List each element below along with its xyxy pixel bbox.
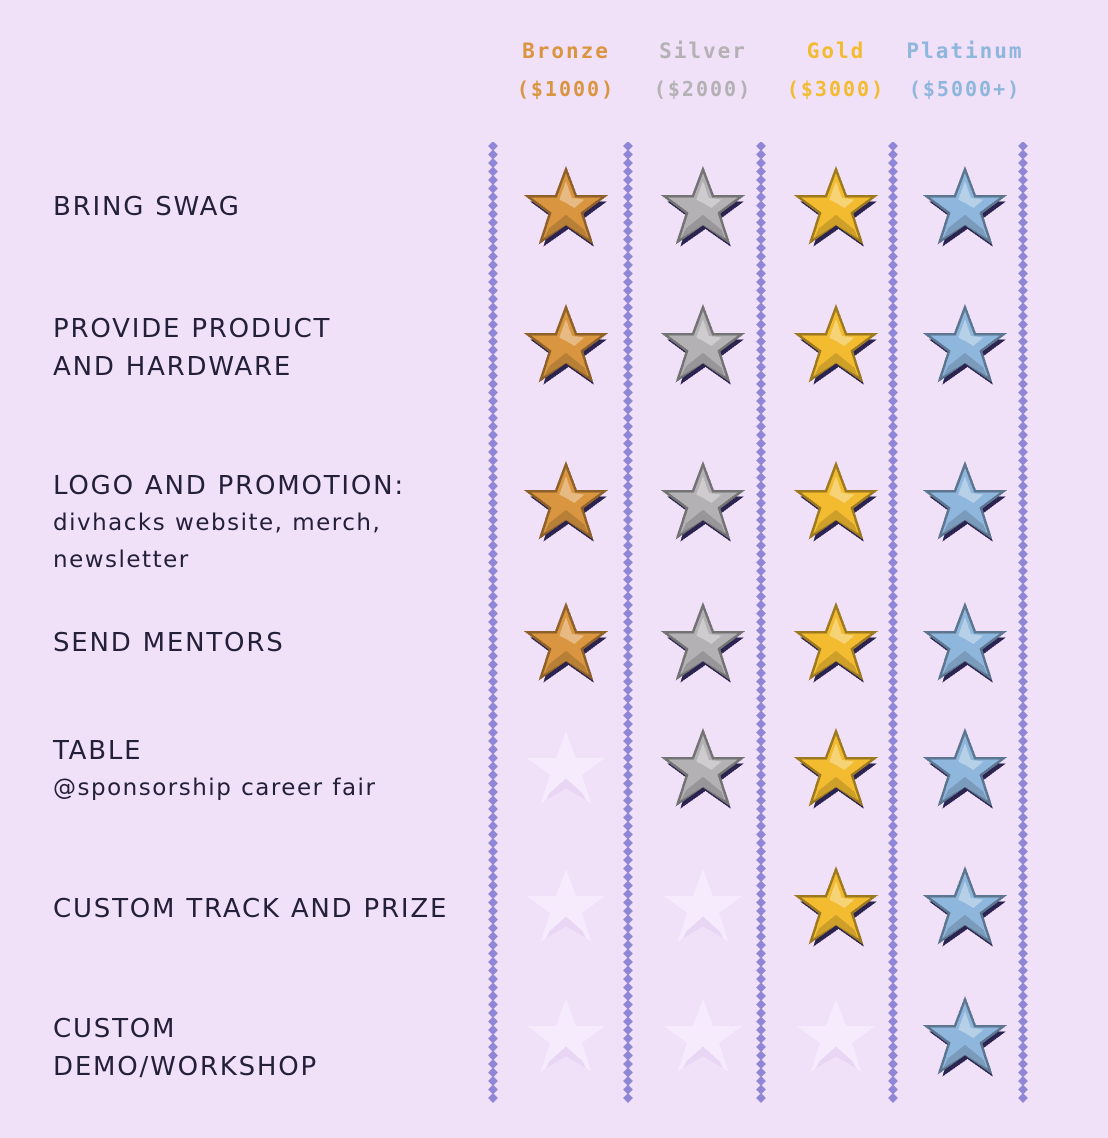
column-divider xyxy=(623,142,633,1103)
benefit-row-label: TABLE @sponsorship career fair xyxy=(53,732,376,807)
empty-star-icon xyxy=(664,999,742,1072)
star-icon-bronze xyxy=(524,461,608,542)
tier-price: ($3000) xyxy=(786,77,886,101)
empty-star-icon xyxy=(664,869,742,942)
star-icon-silver xyxy=(661,602,745,683)
benefit-title: SEND MENTORS xyxy=(53,628,285,658)
star-icon-silver xyxy=(661,461,745,542)
star-icon-gold xyxy=(794,866,878,947)
benefit-row-label: LOGO AND PROMOTION: divhacks website, mer… xyxy=(53,467,405,579)
star-icon-platinum xyxy=(923,866,1007,947)
benefit-row-label: CUSTOM DEMO/WORKSHOP xyxy=(53,1010,318,1086)
benefit-detail: divhacks website, merch, xyxy=(53,510,382,536)
column-divider xyxy=(1018,142,1028,1103)
tier-name: Gold xyxy=(806,39,866,63)
benefit-row-label: BRING SWAG xyxy=(53,188,241,226)
benefit-title: DEMO/WORKSHOP xyxy=(53,1052,318,1082)
star-icon-bronze xyxy=(524,602,608,683)
tier-header-gold: Gold ($3000) xyxy=(766,34,906,110)
benefit-detail: newsletter xyxy=(53,547,190,573)
empty-star-icon xyxy=(527,731,605,804)
benefit-row-label: SEND MENTORS xyxy=(53,624,285,662)
star-icon-gold xyxy=(794,461,878,542)
tier-price: ($5000+) xyxy=(908,77,1022,101)
benefit-title: LOGO AND PROMOTION: xyxy=(53,471,405,501)
star-icon-platinum xyxy=(923,728,1007,809)
star-icon-silver xyxy=(661,304,745,385)
empty-star-icon xyxy=(527,869,605,942)
column-divider xyxy=(756,142,766,1103)
star-icon-silver xyxy=(661,728,745,809)
column-divider xyxy=(888,142,898,1103)
benefit-row-label: PROVIDE PRODUCT AND HARDWARE xyxy=(53,310,331,386)
benefit-title: PROVIDE PRODUCT xyxy=(53,314,332,344)
tier-name: Platinum xyxy=(906,39,1024,63)
tier-price: ($2000) xyxy=(653,77,753,101)
tier-header-silver: Silver ($2000) xyxy=(633,34,773,110)
star-icon-platinum xyxy=(923,166,1007,247)
star-icon-gold xyxy=(794,602,878,683)
empty-star-icon xyxy=(527,999,605,1072)
star-icon-bronze xyxy=(524,304,608,385)
tier-name: Silver xyxy=(659,39,747,63)
star-icon-gold xyxy=(794,304,878,385)
benefit-title: AND HARDWARE xyxy=(53,352,293,382)
benefit-row-label: CUSTOM TRACK AND PRIZE xyxy=(53,890,448,928)
star-icon-platinum xyxy=(923,304,1007,385)
empty-star-icon xyxy=(797,999,875,1072)
tier-header-platinum: Platinum ($5000+) xyxy=(895,34,1035,110)
star-icon-platinum xyxy=(923,461,1007,542)
star-icon-gold xyxy=(794,728,878,809)
star-icon-gold xyxy=(794,166,878,247)
star-icon-platinum xyxy=(923,602,1007,683)
tier-price: ($1000) xyxy=(516,77,616,101)
benefit-title: CUSTOM TRACK AND PRIZE xyxy=(53,894,449,924)
tier-header-bronze: Bronze ($1000) xyxy=(496,34,636,110)
star-icon-platinum xyxy=(923,996,1007,1077)
benefit-detail: @sponsorship career fair xyxy=(53,775,377,801)
column-divider xyxy=(488,142,498,1103)
star-icon-bronze xyxy=(524,166,608,247)
benefit-title: CUSTOM xyxy=(53,1014,177,1044)
benefit-title: TABLE xyxy=(53,736,143,766)
benefit-title: BRING SWAG xyxy=(53,192,241,222)
star-icon-silver xyxy=(661,166,745,247)
tier-name: Bronze xyxy=(522,39,610,63)
